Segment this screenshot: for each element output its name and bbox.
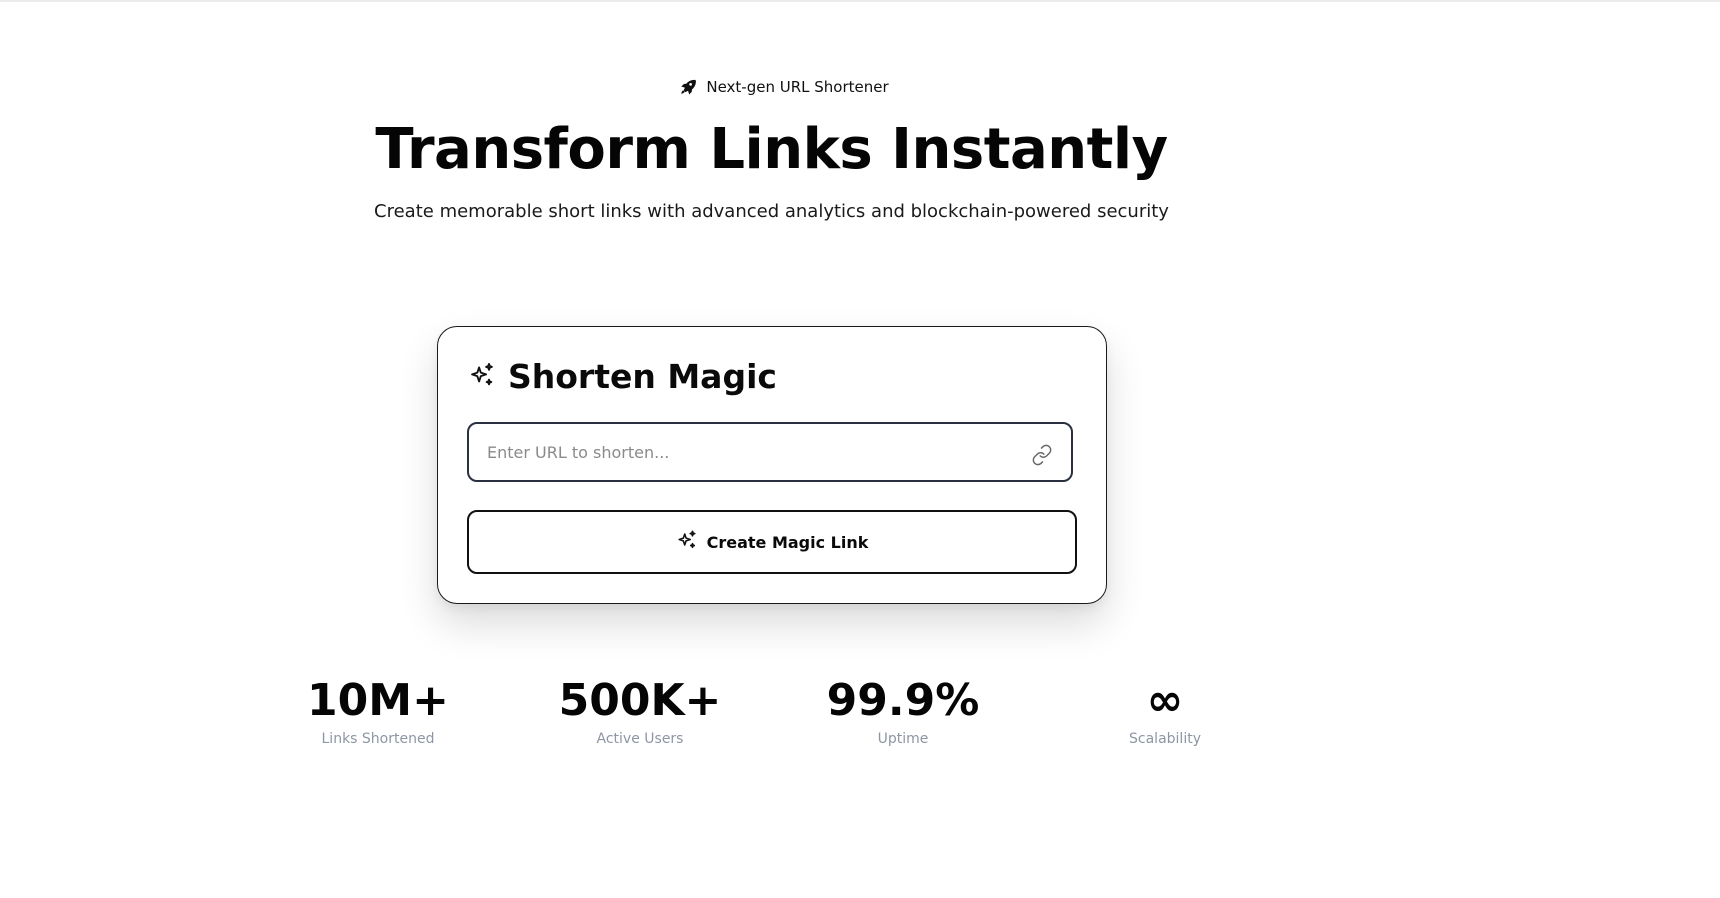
url-field[interactable] — [467, 422, 1073, 482]
sparkles-icon — [676, 529, 698, 555]
stat-scalability: ∞ Scalability — [1035, 672, 1295, 749]
page-title: Transform Links Instantly — [375, 117, 1168, 182]
hero-badge: Next-gen URL Shortener — [0, 78, 1568, 96]
link-icon — [1031, 444, 1053, 470]
stat-active-users: 500K+ Active Users — [510, 672, 770, 749]
stat-label: Uptime — [877, 731, 929, 747]
create-magic-link-button[interactable]: Create Magic Link — [467, 510, 1077, 574]
sparkles-icon — [468, 361, 496, 393]
top-divider — [0, 0, 1720, 2]
shorten-card: Shorten Magic Create Magic Link — [437, 326, 1107, 604]
card-title: Shorten Magic — [508, 357, 777, 396]
url-input[interactable] — [469, 425, 1007, 479]
stat-links-shortened: 10M+ Links Shortened — [248, 672, 508, 749]
stat-value: 500K+ — [558, 675, 722, 726]
stat-value: 99.9% — [826, 675, 980, 726]
stat-label: Active Users — [596, 731, 684, 747]
rocket-icon — [679, 78, 697, 96]
stat-value: 10M+ — [307, 675, 449, 726]
stat-label: Scalability — [1129, 731, 1201, 747]
create-magic-link-label: Create Magic Link — [706, 532, 869, 552]
hero-badge-text: Next-gen URL Shortener — [706, 78, 889, 96]
stat-label: Links Shortened — [321, 731, 435, 747]
card-header: Shorten Magic — [468, 357, 777, 397]
stat-uptime: 99.9% Uptime — [773, 672, 1033, 749]
page: Next-gen URL Shortener Transform Links I… — [0, 0, 1720, 898]
stat-value: ∞ — [1146, 675, 1184, 726]
page-subtitle: Create memorable short links with advanc… — [374, 201, 1169, 222]
